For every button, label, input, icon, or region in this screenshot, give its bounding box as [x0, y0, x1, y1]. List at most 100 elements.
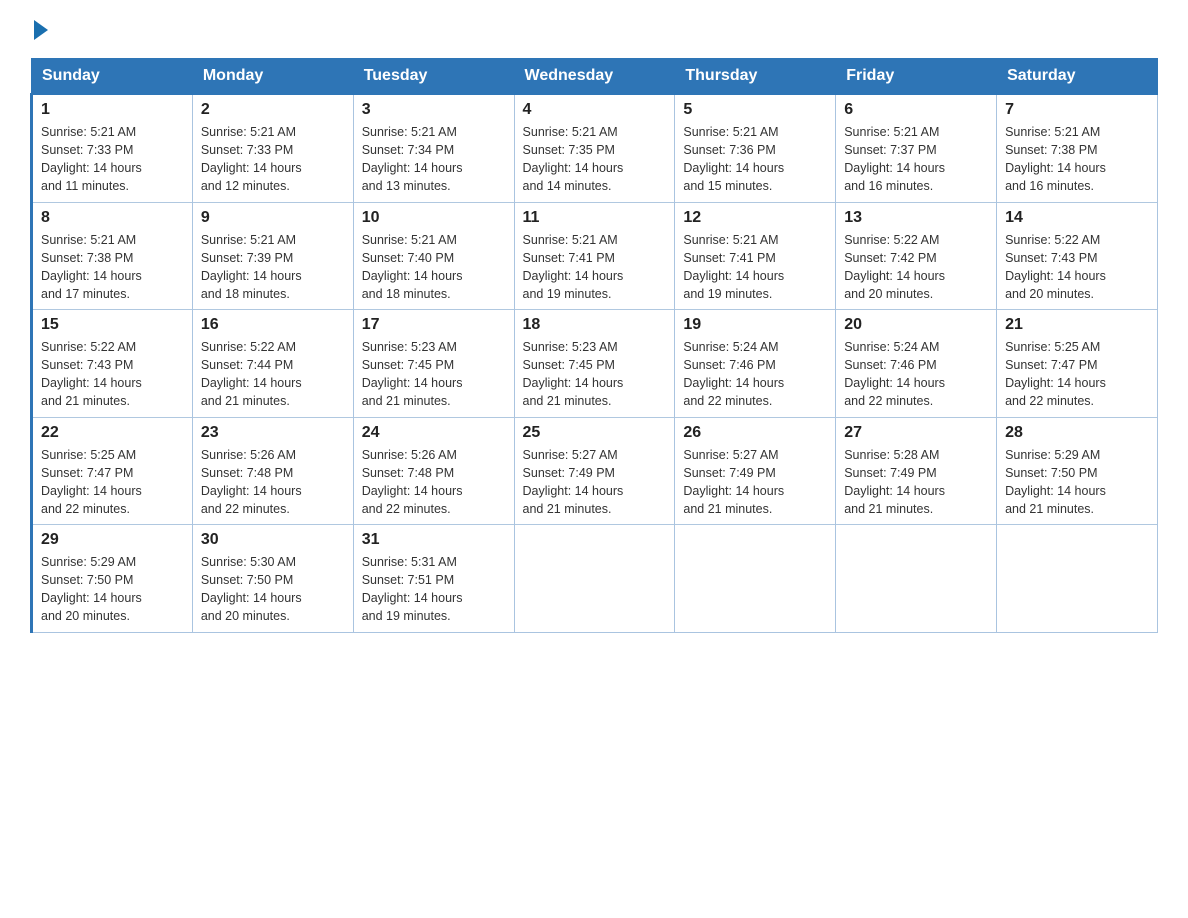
day-info: Sunrise: 5:29 AMSunset: 7:50 PMDaylight:…	[1005, 446, 1149, 519]
calendar-cell: 13 Sunrise: 5:22 AMSunset: 7:42 PMDayligh…	[836, 202, 997, 310]
day-info: Sunrise: 5:22 AMSunset: 7:43 PMDaylight:…	[1005, 231, 1149, 304]
day-info: Sunrise: 5:27 AMSunset: 7:49 PMDaylight:…	[523, 446, 667, 519]
calendar-cell: 25 Sunrise: 5:27 AMSunset: 7:49 PMDayligh…	[514, 417, 675, 525]
column-header-tuesday: Tuesday	[353, 59, 514, 95]
calendar-cell: 11Sunrise: 5:21 AMSunset: 7:41 PMDayligh…	[514, 202, 675, 310]
day-number: 12	[683, 209, 827, 227]
calendar-cell: 15Sunrise: 5:22 AMSunset: 7:43 PMDayligh…	[32, 310, 193, 418]
day-info: Sunrise: 5:21 AMSunset: 7:38 PMDaylight:…	[1005, 123, 1149, 196]
day-number: 19	[683, 316, 827, 334]
day-number: 4	[523, 101, 667, 119]
day-info: Sunrise: 5:24 AMSunset: 7:46 PMDaylight:…	[683, 338, 827, 411]
day-info: Sunrise: 5:30 AMSunset: 7:50 PMDaylight:…	[201, 553, 345, 626]
day-number: 10	[362, 209, 506, 227]
calendar-cell: 1 Sunrise: 5:21 AMSunset: 7:33 PMDaylight…	[32, 94, 193, 202]
day-number: 7	[1005, 101, 1149, 119]
logo	[30, 20, 50, 40]
day-info: Sunrise: 5:23 AMSunset: 7:45 PMDaylight:…	[362, 338, 506, 411]
day-info: Sunrise: 5:24 AMSunset: 7:46 PMDaylight:…	[844, 338, 988, 411]
calendar-cell	[675, 525, 836, 633]
day-number: 17	[362, 316, 506, 334]
calendar-cell: 26 Sunrise: 5:27 AMSunset: 7:49 PMDayligh…	[675, 417, 836, 525]
day-info: Sunrise: 5:21 AMSunset: 7:36 PMDaylight:…	[683, 123, 827, 196]
day-info: Sunrise: 5:23 AMSunset: 7:45 PMDaylight:…	[523, 338, 667, 411]
day-number: 16	[201, 316, 345, 334]
calendar-cell: 17 Sunrise: 5:23 AMSunset: 7:45 PMDayligh…	[353, 310, 514, 418]
calendar-cell: 8Sunrise: 5:21 AMSunset: 7:38 PMDaylight…	[32, 202, 193, 310]
day-number: 23	[201, 424, 345, 442]
day-info: Sunrise: 5:21 AMSunset: 7:40 PMDaylight:…	[362, 231, 506, 304]
calendar-header-row: SundayMondayTuesdayWednesdayThursdayFrid…	[32, 59, 1158, 95]
day-number: 14	[1005, 209, 1149, 227]
calendar-cell: 21 Sunrise: 5:25 AMSunset: 7:47 PMDayligh…	[997, 310, 1158, 418]
calendar-cell: 2 Sunrise: 5:21 AMSunset: 7:33 PMDaylight…	[192, 94, 353, 202]
day-info: Sunrise: 5:22 AMSunset: 7:42 PMDaylight:…	[844, 231, 988, 304]
day-info: Sunrise: 5:22 AMSunset: 7:44 PMDaylight:…	[201, 338, 345, 411]
calendar-cell: 18 Sunrise: 5:23 AMSunset: 7:45 PMDayligh…	[514, 310, 675, 418]
day-info: Sunrise: 5:21 AMSunset: 7:35 PMDaylight:…	[523, 123, 667, 196]
column-header-sunday: Sunday	[32, 59, 193, 95]
calendar-cell	[514, 525, 675, 633]
day-number: 21	[1005, 316, 1149, 334]
week-row-2: 8Sunrise: 5:21 AMSunset: 7:38 PMDaylight…	[32, 202, 1158, 310]
day-info: Sunrise: 5:21 AMSunset: 7:33 PMDaylight:…	[201, 123, 345, 196]
day-number: 3	[362, 101, 506, 119]
day-number: 13	[844, 209, 988, 227]
calendar-cell: 28 Sunrise: 5:29 AMSunset: 7:50 PMDayligh…	[997, 417, 1158, 525]
column-header-wednesday: Wednesday	[514, 59, 675, 95]
calendar-cell: 24 Sunrise: 5:26 AMSunset: 7:48 PMDayligh…	[353, 417, 514, 525]
day-info: Sunrise: 5:27 AMSunset: 7:49 PMDaylight:…	[683, 446, 827, 519]
calendar-cell: 3 Sunrise: 5:21 AMSunset: 7:34 PMDaylight…	[353, 94, 514, 202]
day-number: 6	[844, 101, 988, 119]
day-number: 27	[844, 424, 988, 442]
column-header-thursday: Thursday	[675, 59, 836, 95]
day-number: 24	[362, 424, 506, 442]
day-number: 29	[41, 531, 184, 549]
calendar-cell: 27 Sunrise: 5:28 AMSunset: 7:49 PMDayligh…	[836, 417, 997, 525]
calendar-cell: 23Sunrise: 5:26 AMSunset: 7:48 PMDayligh…	[192, 417, 353, 525]
day-number: 26	[683, 424, 827, 442]
week-row-3: 15Sunrise: 5:22 AMSunset: 7:43 PMDayligh…	[32, 310, 1158, 418]
day-number: 25	[523, 424, 667, 442]
day-number: 18	[523, 316, 667, 334]
day-number: 31	[362, 531, 506, 549]
column-header-friday: Friday	[836, 59, 997, 95]
day-number: 8	[41, 209, 184, 227]
day-number: 5	[683, 101, 827, 119]
day-number: 30	[201, 531, 345, 549]
calendar-cell: 19 Sunrise: 5:24 AMSunset: 7:46 PMDayligh…	[675, 310, 836, 418]
day-number: 22	[41, 424, 184, 442]
week-row-5: 29Sunrise: 5:29 AMSunset: 7:50 PMDayligh…	[32, 525, 1158, 633]
page-header	[30, 20, 1158, 40]
day-info: Sunrise: 5:31 AMSunset: 7:51 PMDaylight:…	[362, 553, 506, 626]
day-info: Sunrise: 5:22 AMSunset: 7:43 PMDaylight:…	[41, 338, 184, 411]
day-info: Sunrise: 5:26 AMSunset: 7:48 PMDaylight:…	[362, 446, 506, 519]
calendar-cell	[997, 525, 1158, 633]
calendar-cell: 22Sunrise: 5:25 AMSunset: 7:47 PMDayligh…	[32, 417, 193, 525]
day-info: Sunrise: 5:21 AMSunset: 7:41 PMDaylight:…	[683, 231, 827, 304]
column-header-saturday: Saturday	[997, 59, 1158, 95]
day-info: Sunrise: 5:21 AMSunset: 7:37 PMDaylight:…	[844, 123, 988, 196]
day-info: Sunrise: 5:21 AMSunset: 7:33 PMDaylight:…	[41, 123, 184, 196]
calendar-cell: 12 Sunrise: 5:21 AMSunset: 7:41 PMDayligh…	[675, 202, 836, 310]
calendar-cell: 14 Sunrise: 5:22 AMSunset: 7:43 PMDayligh…	[997, 202, 1158, 310]
day-number: 28	[1005, 424, 1149, 442]
calendar-cell: 5 Sunrise: 5:21 AMSunset: 7:36 PMDaylight…	[675, 94, 836, 202]
logo-arrow-icon	[34, 20, 48, 40]
day-number: 20	[844, 316, 988, 334]
calendar-cell: 20 Sunrise: 5:24 AMSunset: 7:46 PMDayligh…	[836, 310, 997, 418]
calendar-cell: 30 Sunrise: 5:30 AMSunset: 7:50 PMDayligh…	[192, 525, 353, 633]
day-info: Sunrise: 5:28 AMSunset: 7:49 PMDaylight:…	[844, 446, 988, 519]
column-header-monday: Monday	[192, 59, 353, 95]
calendar-table: SundayMondayTuesdayWednesdayThursdayFrid…	[30, 58, 1158, 633]
week-row-1: 1 Sunrise: 5:21 AMSunset: 7:33 PMDaylight…	[32, 94, 1158, 202]
day-info: Sunrise: 5:25 AMSunset: 7:47 PMDaylight:…	[1005, 338, 1149, 411]
calendar-cell: 31 Sunrise: 5:31 AMSunset: 7:51 PMDayligh…	[353, 525, 514, 633]
calendar-cell: 6 Sunrise: 5:21 AMSunset: 7:37 PMDaylight…	[836, 94, 997, 202]
day-info: Sunrise: 5:21 AMSunset: 7:34 PMDaylight:…	[362, 123, 506, 196]
calendar-cell: 7 Sunrise: 5:21 AMSunset: 7:38 PMDaylight…	[997, 94, 1158, 202]
day-info: Sunrise: 5:21 AMSunset: 7:39 PMDaylight:…	[201, 231, 345, 304]
day-number: 1	[41, 101, 184, 119]
day-number: 2	[201, 101, 345, 119]
calendar-cell: 4 Sunrise: 5:21 AMSunset: 7:35 PMDaylight…	[514, 94, 675, 202]
